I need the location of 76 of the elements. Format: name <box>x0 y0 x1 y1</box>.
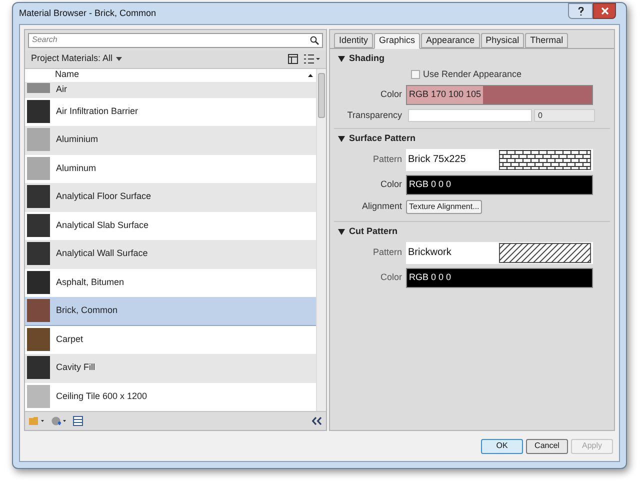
material-name: Asphalt, Bitumen <box>56 276 124 289</box>
pattern-field[interactable]: Brickwork <box>406 242 593 264</box>
tab[interactable]: Physical <box>480 32 524 48</box>
pattern-name: Brickwork <box>408 246 452 260</box>
tab[interactable]: Graphics <box>374 32 420 48</box>
collapse-triangle-icon[interactable] <box>338 56 345 62</box>
column-header[interactable]: Name <box>55 68 80 82</box>
globe-add-icon[interactable] <box>51 416 67 426</box>
dialog-button[interactable]: Cancel <box>526 438 568 454</box>
filter-dropdown[interactable]: Project Materials: All <box>31 52 122 66</box>
section-title: Cut Pattern <box>349 225 398 238</box>
color-value: RGB 0 0 0 <box>408 270 452 284</box>
material-row[interactable]: Carpet <box>25 326 316 354</box>
field-label: Color <box>379 88 403 101</box>
help-button[interactable] <box>568 3 593 19</box>
material-name: Ceiling Tile 600 x 1200 <box>56 390 148 403</box>
material-name: Carpet <box>56 332 84 346</box>
field-label: Color <box>379 178 403 191</box>
sort-arrow-icon <box>308 74 313 76</box>
transparency-field[interactable] <box>408 109 532 122</box>
material-row[interactable]: Aluminum <box>25 154 316 183</box>
collapse-left-icon[interactable] <box>312 417 322 425</box>
material-name: Air Infiltration Barrier <box>56 104 138 118</box>
tab[interactable]: Thermal <box>525 32 568 48</box>
color-swatch[interactable]: RGB 170 100 105 <box>406 84 593 104</box>
window-title: Material Browser - Brick, Common <box>19 6 156 20</box>
material-name: Analytical Floor Surface <box>56 190 152 203</box>
texture-alignment-button[interactable]: Texture Alignment... <box>406 200 482 214</box>
color-swatch[interactable]: RGB 0 0 0 <box>406 268 593 288</box>
material-row[interactable]: Analytical Slab Surface <box>25 212 316 240</box>
material-name: Air <box>56 82 67 96</box>
dropdown-arrow-icon <box>116 57 122 61</box>
material-row[interactable]: Analytical Floor Surface <box>25 183 316 212</box>
material-row[interactable]: Asphalt, Bitumen <box>25 268 316 297</box>
material-row[interactable]: Air <box>25 82 316 98</box>
material-row[interactable]: Air Infiltration Barrier <box>25 98 316 126</box>
material-row[interactable]: Ceiling Tile 600 x 1200 <box>25 382 316 411</box>
field-label: Transparency <box>346 108 403 122</box>
checkbox[interactable] <box>411 70 420 79</box>
panel-layout-icon[interactable] <box>288 54 298 64</box>
field-label: Pattern <box>372 246 403 259</box>
collapse-triangle-icon[interactable] <box>338 229 345 235</box>
checkbox-label: Use Render Appearance <box>423 68 522 81</box>
dialog-button[interactable]: OK <box>481 438 523 454</box>
transparency-value: 0 <box>534 109 595 122</box>
close-icon <box>600 7 608 15</box>
material-name: Cavity Fill <box>56 361 96 374</box>
color-value: RGB 0 0 0 <box>408 178 452 191</box>
scrollbar[interactable] <box>316 68 326 411</box>
search-icon[interactable] <box>310 36 319 44</box>
collapse-triangle-icon[interactable] <box>338 136 345 142</box>
material-row[interactable]: Aluminium <box>25 126 316 154</box>
section-title: Surface Pattern <box>349 132 416 146</box>
material-row[interactable]: Analytical Wall Surface <box>25 240 316 268</box>
field-label: Color <box>379 270 403 284</box>
material-name: Aluminium <box>56 133 98 146</box>
material-row[interactable]: Brick, Common <box>25 297 316 326</box>
material-row[interactable]: Cavity Fill <box>25 354 316 382</box>
material-name: Aluminum <box>56 162 96 174</box>
section-title: Shading <box>349 52 384 66</box>
close-button[interactable] <box>593 3 616 19</box>
search-field[interactable]: Search <box>28 32 323 48</box>
color-value: RGB 170 100 105 <box>407 86 484 104</box>
field-label: Alignment <box>360 200 403 214</box>
help-icon <box>578 6 584 16</box>
tab[interactable]: Identity <box>334 32 374 48</box>
tab[interactable]: Appearance <box>421 32 480 48</box>
pattern-field[interactable]: Brick 75x225 <box>406 148 593 170</box>
list-view-icon[interactable] <box>304 54 320 64</box>
panel-toggle-icon[interactable] <box>73 416 83 426</box>
material-name: Brick, Common <box>56 304 118 317</box>
material-name: Analytical Slab Surface <box>56 218 149 232</box>
color-swatch[interactable]: RGB 0 0 0 <box>406 174 593 194</box>
material-name: Analytical Wall Surface <box>56 247 148 260</box>
pattern-name: Brick 75x225 <box>408 153 466 167</box>
field-label: Pattern <box>372 152 403 166</box>
